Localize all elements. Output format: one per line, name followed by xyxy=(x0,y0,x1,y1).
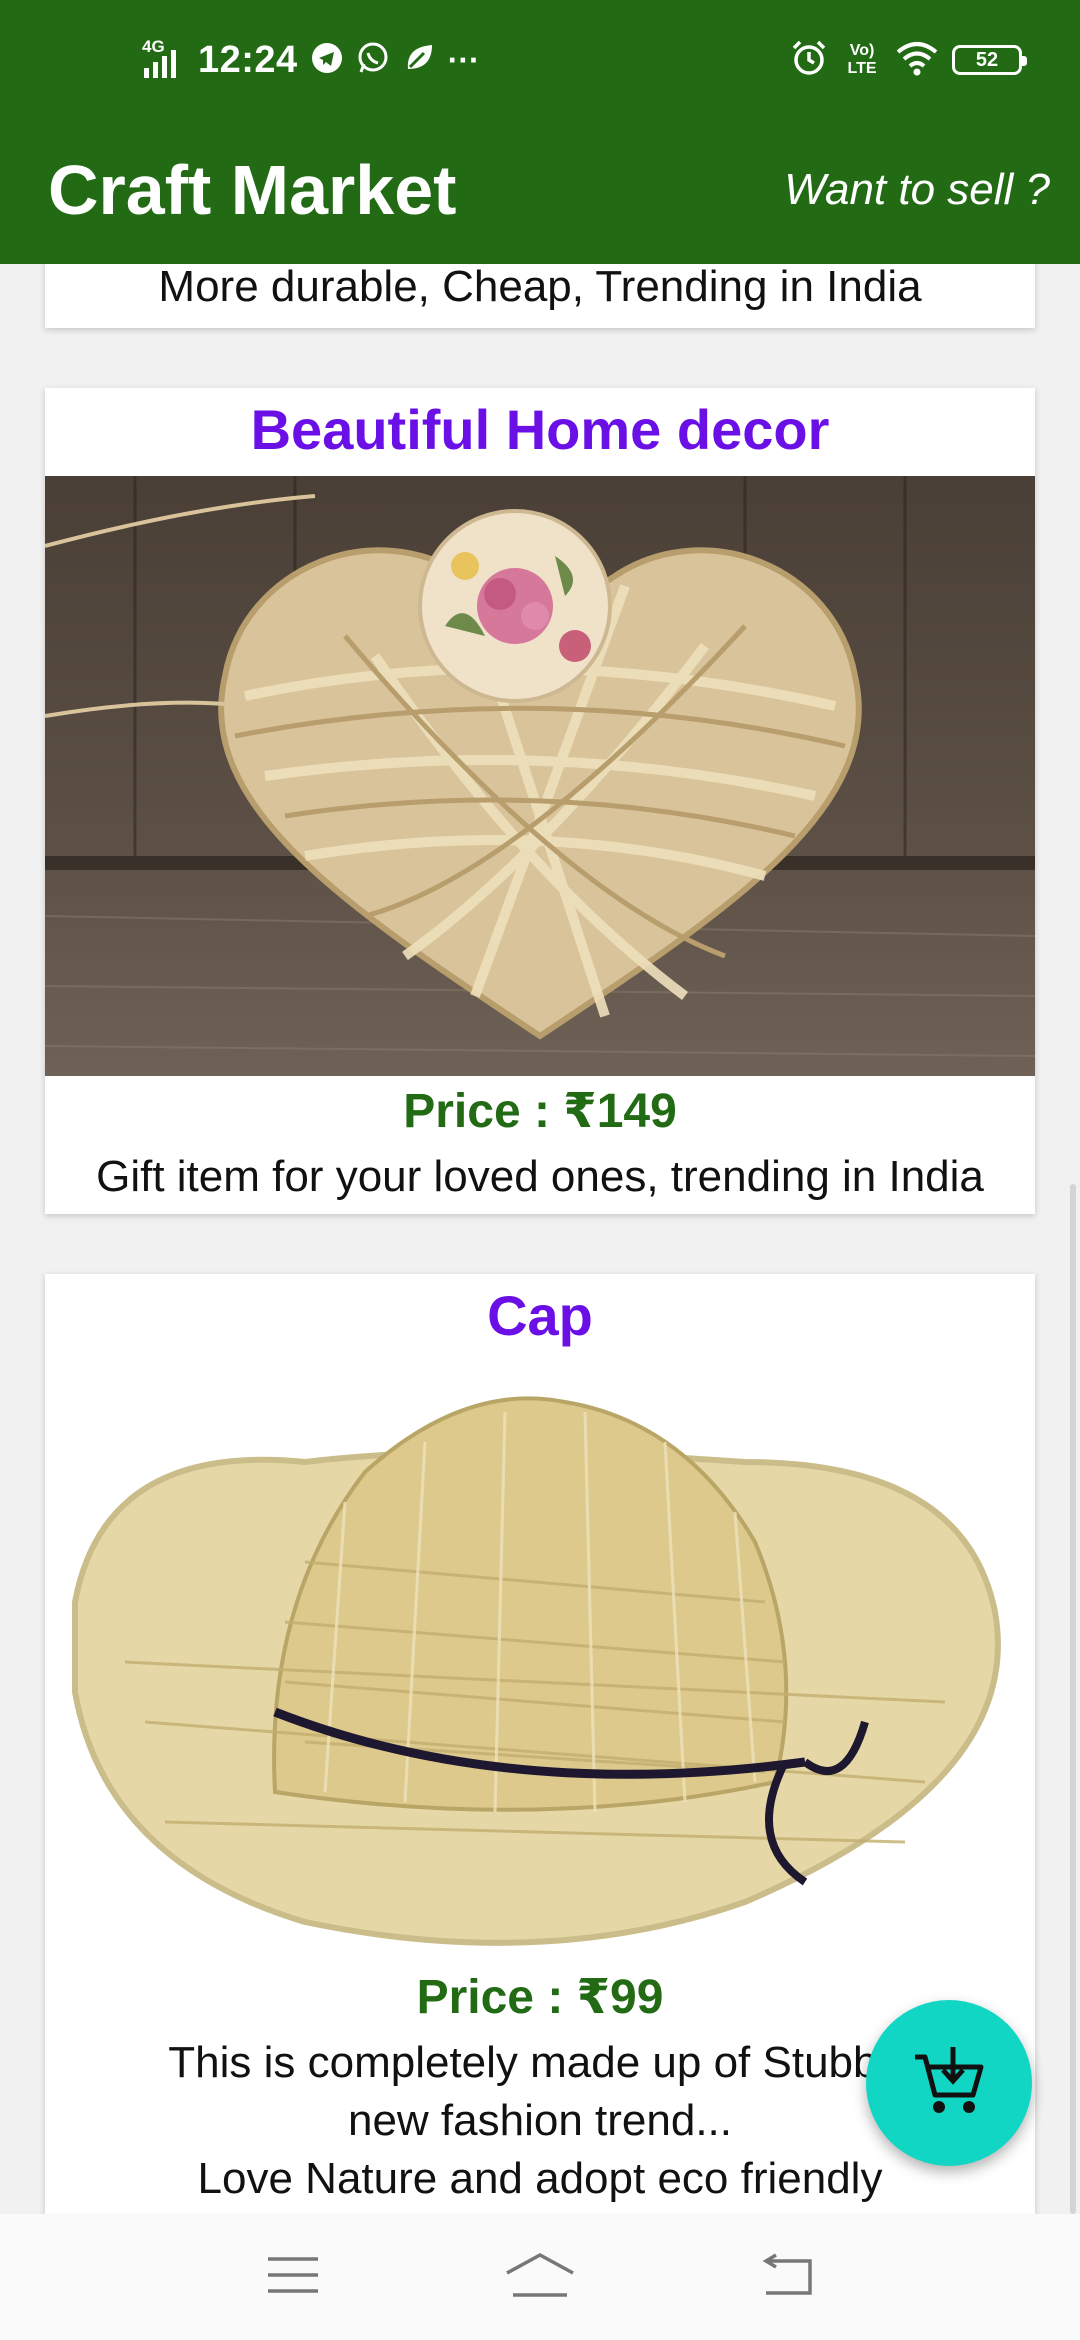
product-card-partial[interactable]: More durable, Cheap, Trending in India xyxy=(45,264,1035,328)
whatsapp-icon xyxy=(356,41,390,80)
product-card-home-decor[interactable]: Beautiful Home decor Price: ₹149 Gift i… xyxy=(45,388,1035,1214)
want-to-sell-link[interactable]: Want to sell ? xyxy=(784,158,1050,222)
nav-back-button[interactable] xyxy=(727,2232,847,2322)
home-icon xyxy=(503,2251,577,2304)
app-title: Craft Market xyxy=(48,151,457,229)
wifi-icon xyxy=(896,40,938,81)
menu-icon xyxy=(266,2255,320,2300)
back-icon xyxy=(758,2252,816,2302)
battery-level: 52 xyxy=(975,48,999,71)
more-notifications-icon: ··· xyxy=(447,41,480,78)
status-right: Vo) LTE 52 xyxy=(790,36,1027,84)
product-price: Price : ₹149 xyxy=(403,1085,677,1138)
woven-heart-image[interactable] xyxy=(45,476,1035,1076)
top-bar: 4G 12:24 ··· Vo) LTE 52 Craft Market Wan… xyxy=(0,0,1080,264)
product-description: More durable, Cheap, Trending in India xyxy=(158,264,922,311)
alarm-icon xyxy=(790,39,828,82)
app-bar: Craft Market Want to sell ? xyxy=(0,120,1080,264)
cart-download-icon xyxy=(911,2043,987,2124)
product-title: Cap xyxy=(487,1284,593,1347)
volte-icon: Vo) LTE xyxy=(847,42,877,77)
product-title: Beautiful Home decor xyxy=(250,398,830,461)
battery-icon: 52 xyxy=(952,45,1027,75)
leaf-app-icon xyxy=(402,41,436,80)
status-time: 12:24 xyxy=(198,38,298,81)
product-description-line: Love Nature and adopt eco friendly xyxy=(197,2154,883,2203)
product-feed[interactable]: More durable, Cheap, Trending in India B… xyxy=(0,264,1080,2214)
status-left: 4G 12:24 ··· xyxy=(142,36,480,84)
signal-icon: 4G xyxy=(142,38,186,80)
straw-hat-image[interactable] xyxy=(45,1362,1035,1962)
navigation-bar xyxy=(0,2214,1080,2340)
nav-home-button[interactable] xyxy=(480,2232,600,2322)
cart-button[interactable] xyxy=(866,2000,1032,2166)
product-price: Price : ₹99 xyxy=(416,1971,664,2024)
screen: 4G 12:24 ··· Vo) LTE 52 Craft Market Wan… xyxy=(0,0,1080,2340)
telegram-icon xyxy=(310,41,344,80)
product-description: Gift item for your loved ones, trending … xyxy=(96,1152,984,1201)
scrollbar[interactable] xyxy=(1070,1184,1076,2214)
status-bar: 4G 12:24 ··· Vo) LTE 52 xyxy=(0,0,1080,120)
nav-menu-button[interactable] xyxy=(233,2232,353,2322)
